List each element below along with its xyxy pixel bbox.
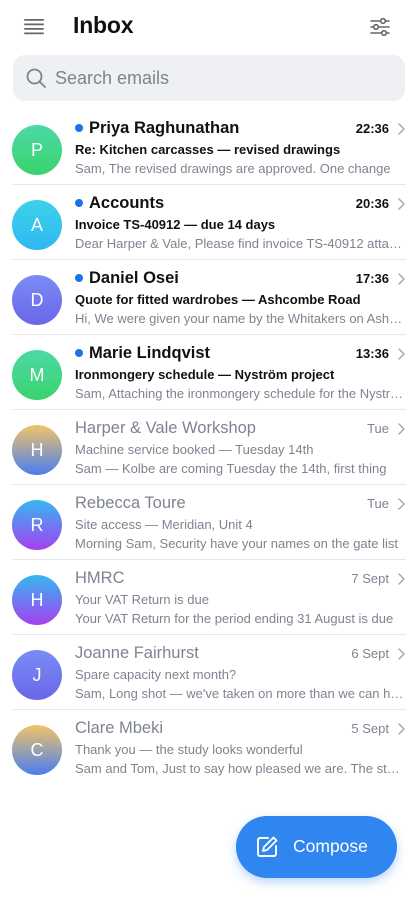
email-subject: Thank you — the study looks wonderful: [75, 742, 303, 757]
email-subject: Site access — Meridian, Unit 4: [75, 517, 253, 532]
email-row[interactable]: A Accounts 20:36 Invoice TS-40912 — due 14 …: [12, 185, 406, 260]
compose-label: Compose: [293, 836, 368, 856]
chevron-right-icon: [398, 348, 405, 360]
email-preview: Hi, We were given your name by the Whita…: [75, 311, 405, 326]
email-time: 6 Sept: [351, 646, 389, 661]
email-sender: Rebecca Toure: [75, 494, 186, 512]
email-row[interactable]: P Priya Raghunathan 22:36 Re: Kitchen carca…: [12, 110, 406, 185]
email-sender: Accounts: [89, 194, 165, 212]
avatar: R: [12, 500, 62, 550]
chevron-right-icon: [398, 423, 405, 435]
avatar: M: [12, 350, 62, 400]
hamburger-menu-icon[interactable]: [22, 16, 50, 40]
email-sender: Marie Lindqvist: [89, 344, 211, 362]
email-sender: Clare Mbeki: [75, 719, 164, 737]
email-time: 20:36: [355, 196, 389, 211]
avatar: A: [12, 200, 62, 250]
email-time: 7 Sept: [351, 571, 389, 586]
email-row[interactable]: M Marie Lindqvist 13:36 Ironmongery schedul…: [12, 335, 406, 410]
email-time: 22:36: [355, 121, 389, 136]
avatar: H: [12, 575, 62, 625]
avatar: J: [12, 650, 62, 700]
email-subject: Invoice TS-40912 — due 14 days: [75, 217, 276, 232]
search-icon: [26, 68, 46, 88]
email-subject: Your VAT Return is due: [75, 592, 209, 607]
email-time: 5 Sept: [351, 721, 389, 736]
email-subject: Re: Kitchen carcasses — revised drawings: [75, 142, 341, 157]
email-preview: Sam — Kolbe are coming Tuesday the 14th,…: [75, 461, 387, 476]
email-time: 17:36: [355, 271, 389, 286]
email-row[interactable]: R Rebecca Toure Tue Site access — Meridian,…: [12, 485, 406, 560]
chevron-right-icon: [398, 498, 405, 510]
email-preview: Your VAT Return for the period ending 31…: [75, 611, 394, 626]
email-preview: Sam, Attaching the ironmongery schedule …: [75, 386, 405, 401]
email-subject: Spare capacity next month?: [75, 667, 237, 682]
sliders-filter-icon[interactable]: [368, 15, 394, 41]
email-sender: Joanne Fairhurst: [75, 644, 199, 662]
chevron-right-icon: [398, 273, 405, 285]
chevron-right-icon: [398, 723, 405, 735]
email-row[interactable]: J Joanne Fairhurst 6 Sept Spare capacity ne…: [12, 635, 406, 710]
compose-edit-icon: [257, 836, 278, 857]
email-time: 13:36: [355, 346, 389, 361]
email-preview: Sam and Tom, Just to say how pleased we …: [75, 761, 405, 776]
email-row[interactable]: H Harper & Vale Workshop Tue Machine servic…: [12, 410, 406, 485]
search-bar: [13, 55, 405, 101]
email-preview: Sam, The revised drawings are approved. …: [75, 161, 391, 176]
avatar: D: [12, 275, 62, 325]
email-sender: HMRC: [75, 569, 125, 587]
avatar: P: [12, 125, 62, 175]
chevron-right-icon: [398, 648, 405, 660]
chevron-right-icon: [398, 123, 405, 135]
avatar: H: [12, 425, 62, 475]
email-time: Tue: [367, 421, 389, 436]
email-sender: Harper & Vale Workshop: [75, 419, 256, 437]
email-preview: Morning Sam, Security have your names on…: [75, 536, 398, 551]
chevron-right-icon: [398, 198, 405, 210]
page-title: Inbox: [73, 12, 134, 38]
email-subject: Ironmongery schedule — Nyström project: [75, 367, 335, 382]
email-preview: Sam, Long shot — we've taken on more tha…: [75, 686, 405, 701]
email-list: P Priya Raghunathan 22:36 Re: Kitchen carca…: [0, 110, 418, 785]
search-input[interactable]: [55, 55, 395, 101]
email-subject: Quote for fitted wardrobes — Ashcombe Ro…: [75, 292, 361, 307]
email-preview: Dear Harper & Vale, Please find invoice …: [75, 236, 405, 251]
email-row[interactable]: D Daniel Osei 17:36 Quote for fitted wardro…: [12, 260, 406, 335]
email-subject: Machine service booked — Tuesday 14th: [75, 442, 314, 457]
compose-button[interactable]: Compose: [236, 816, 397, 878]
chevron-right-icon: [398, 573, 405, 585]
email-row[interactable]: H HMRC 7 Sept Your VAT Return is due Your VA…: [12, 560, 406, 635]
app-header: Inbox: [0, 0, 418, 56]
email-time: Tue: [367, 496, 389, 511]
email-sender: Priya Raghunathan: [89, 119, 240, 137]
email-sender: Daniel Osei: [89, 269, 179, 287]
avatar: C: [12, 725, 62, 775]
email-row[interactable]: C Clare Mbeki 5 Sept Thank you — the study …: [12, 710, 406, 785]
